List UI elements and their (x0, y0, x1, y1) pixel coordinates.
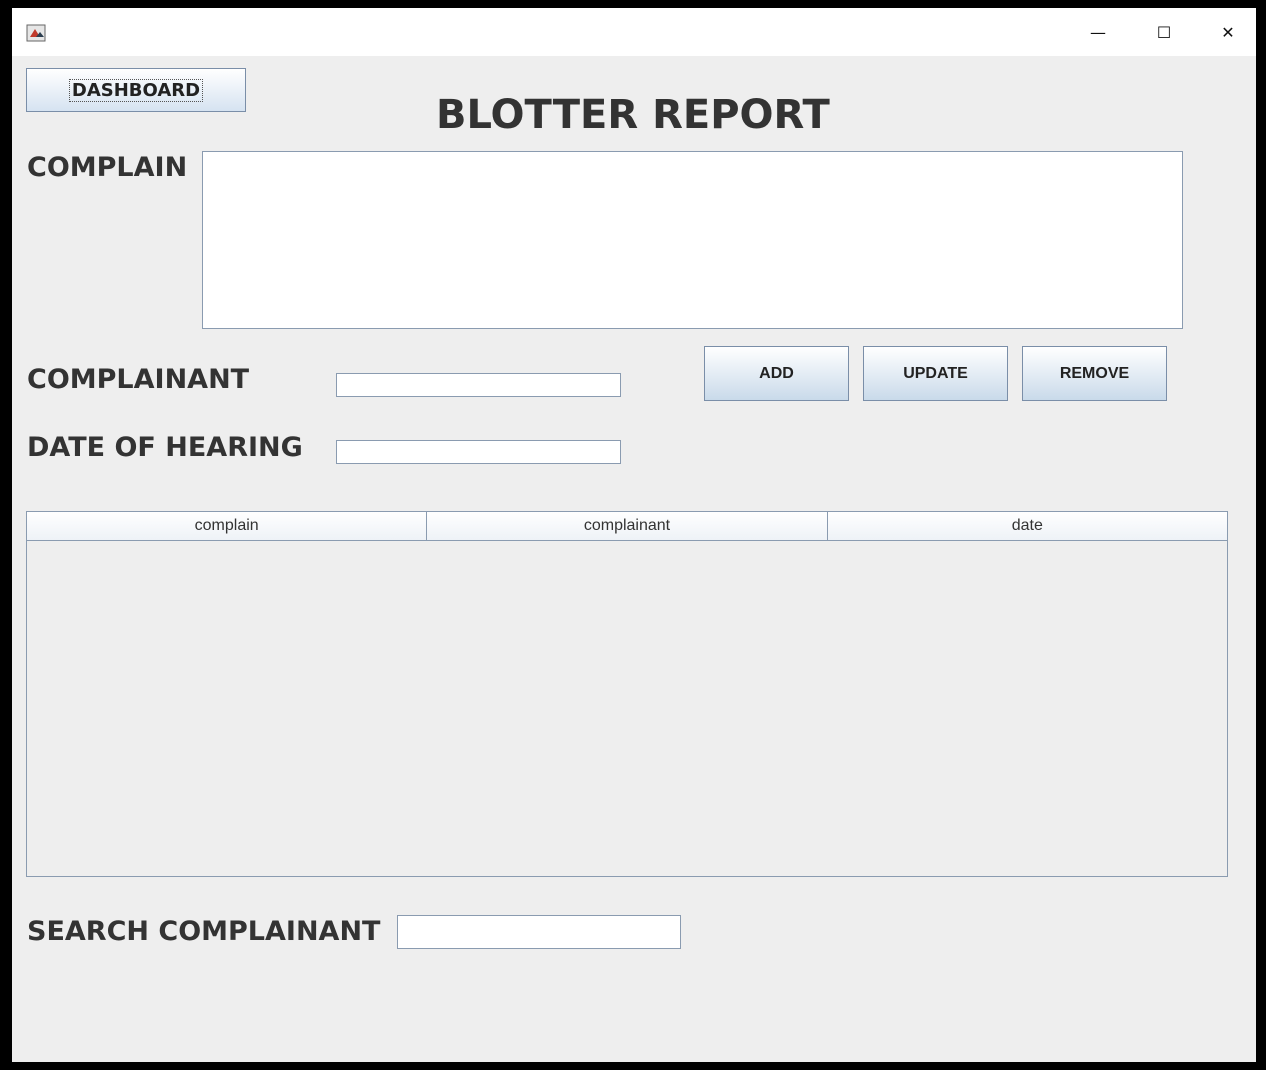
update-button[interactable]: UPDATE (863, 346, 1008, 401)
dashboard-button-label: DASHBOARD (68, 78, 204, 102)
table-header: complain complainant date (27, 512, 1227, 541)
column-header-complain[interactable]: complain (27, 512, 428, 540)
search-complainant-label: SEARCH COMPLAINANT (27, 916, 381, 947)
date-of-hearing-label: DATE OF HEARING (27, 432, 303, 463)
blotter-table[interactable]: complain complainant date (26, 511, 1228, 877)
page-title: BLOTTER REPORT (436, 92, 830, 138)
column-header-complainant[interactable]: complainant (427, 512, 828, 540)
complainant-field[interactable] (336, 373, 621, 397)
remove-button[interactable]: REMOVE (1022, 346, 1167, 401)
minimize-icon[interactable]: — (1066, 8, 1130, 56)
app-window: — ☐ ✕ DASHBOARD BLOTTER REPORT COMPLAIN … (8, 8, 1260, 1066)
close-icon[interactable]: ✕ (1196, 8, 1260, 56)
title-bar: — ☐ ✕ (12, 8, 1256, 56)
search-complainant-input[interactable] (397, 915, 681, 949)
java-app-icon (26, 24, 46, 42)
complain-label: COMPLAIN (27, 152, 188, 183)
maximize-icon[interactable]: ☐ (1132, 8, 1196, 56)
column-header-date[interactable]: date (828, 512, 1227, 540)
complain-textarea[interactable] (202, 151, 1183, 329)
dashboard-button[interactable]: DASHBOARD (26, 68, 246, 112)
add-button[interactable]: ADD (704, 346, 849, 401)
complainant-label: COMPLAINANT (27, 364, 250, 395)
date-of-hearing-field[interactable] (336, 440, 621, 464)
